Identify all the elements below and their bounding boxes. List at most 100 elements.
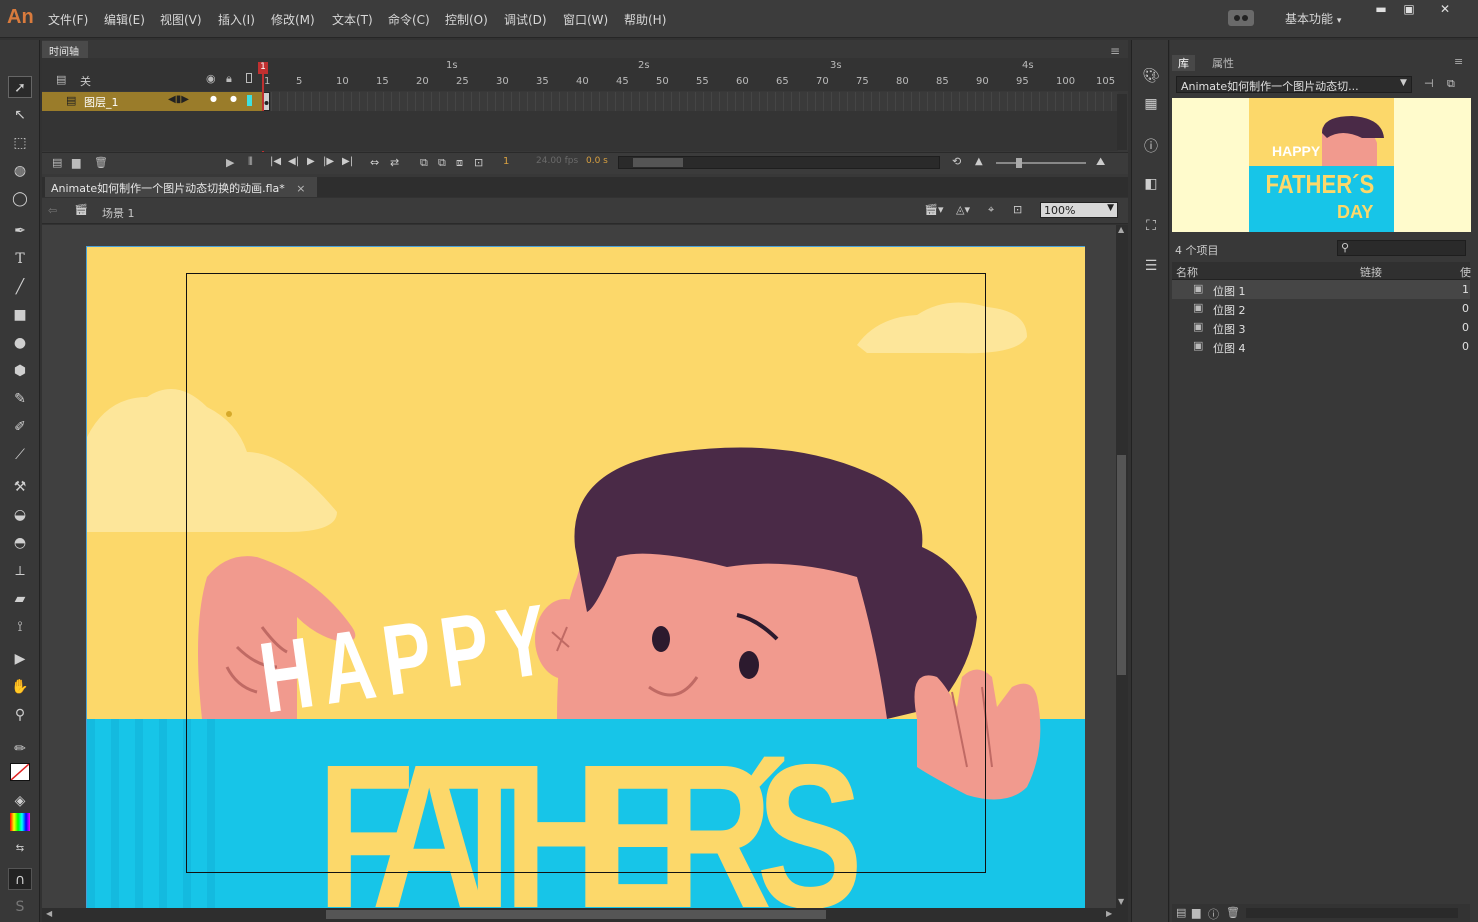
modify-markers-icon[interactable]: ⊡ (474, 156, 483, 169)
first-frame-icon[interactable]: |◀ (270, 156, 281, 167)
fps-readout[interactable]: 24.00 fps (536, 156, 578, 166)
swap-colors-icon[interactable]: ⇆ (8, 838, 32, 860)
paint-brush-tool-icon[interactable]: ✐ (8, 416, 32, 438)
new-library-panel-icon[interactable]: ⧉ (1447, 77, 1455, 91)
layer-folder-icon[interactable]: ▤ (56, 73, 66, 86)
col-linkage[interactable]: 链接 (1360, 264, 1382, 280)
subselection-tool-icon[interactable]: ↖ (8, 104, 32, 126)
library-item[interactable]: ▣ 位图 1 1 (1172, 280, 1470, 299)
zoom-tool-icon[interactable]: ⚲ (8, 704, 32, 726)
frames-grid[interactable] (263, 92, 1118, 111)
tab-timeline[interactable]: 时间轴 (42, 41, 88, 58)
bone-tool-icon[interactable]: ⚒ (8, 476, 32, 498)
fit-icon[interactable]: ⟲ (952, 155, 961, 168)
pin-icon[interactable]: ⊣ (1424, 77, 1434, 90)
menu-edit[interactable]: 编辑(E) (104, 11, 145, 28)
pencil-tool-icon[interactable]: ✎ (8, 388, 32, 410)
timeline-hscroll[interactable] (618, 156, 940, 169)
new-folder-icon[interactable]: ▆ (72, 156, 80, 169)
panel-menu-icon[interactable]: ≡ (1454, 55, 1463, 68)
library-hscroll[interactable] (1246, 908, 1458, 918)
menu-commands[interactable]: 命令(C) (388, 11, 430, 28)
layer-row[interactable]: ▤ 图层_1 ◀▮▶ ● ● (42, 92, 262, 111)
new-layer-icon[interactable]: ▤ (52, 156, 62, 169)
dot-icon[interactable]: ● (230, 94, 237, 103)
layer-depth-icon[interactable]: ⦀ (248, 155, 253, 169)
text-tool-icon[interactable]: T (8, 248, 32, 270)
camera-icon[interactable]: ▶ (226, 156, 234, 169)
center-frame-icon[interactable]: ⇄ (390, 156, 399, 169)
library-item[interactable]: ▣ 位图 2 0 (1172, 299, 1470, 318)
outline-icon[interactable] (246, 73, 252, 83)
next-frame-icon[interactable]: |▶ (323, 156, 334, 167)
zoom-out-icon[interactable]: ▲ (975, 156, 983, 167)
selection-tool-icon[interactable]: ➚ (8, 76, 32, 98)
delete-layer-icon[interactable]: 🗑︎ (94, 156, 108, 169)
onion-outline-icon[interactable]: ⧉ (438, 156, 446, 170)
smooth-icon[interactable]: S (8, 896, 32, 918)
menu-file[interactable]: 文件(F) (48, 11, 88, 28)
stage-hscroll[interactable]: ◀ ▶ (42, 908, 1128, 922)
rectangle-tool-icon[interactable]: ■ (8, 304, 32, 326)
tab-library[interactable]: 库 (1172, 55, 1195, 71)
line-tool-icon[interactable]: ╱ (8, 276, 32, 298)
stage-vscroll[interactable]: ▲ ▼ (1116, 225, 1128, 908)
restore-button[interactable]: ▣ (1396, 2, 1422, 18)
menu-insert[interactable]: 插入(I) (218, 11, 255, 28)
layer-color-swatch[interactable] (247, 95, 252, 106)
lock-icon[interactable]: 🔒︎ (226, 72, 232, 86)
camera-tool-icon[interactable]: ▶ (8, 648, 32, 670)
motion-presets-icon[interactable]: ◧ (1141, 176, 1161, 196)
lasso-tool-icon[interactable]: ◯ (8, 188, 32, 210)
ink-bottle-tool-icon[interactable]: ◓ (8, 532, 32, 554)
edit-symbols-icon[interactable]: ◬▾ (956, 203, 970, 216)
menu-debug[interactable]: 调试(D) (504, 11, 547, 28)
menu-modify[interactable]: 修改(M) (271, 11, 315, 28)
brush-tool-icon[interactable]: ⟋ (8, 444, 32, 466)
center-stage-icon[interactable]: ⌖ (988, 203, 994, 217)
library-search-input[interactable]: ⚲ (1337, 240, 1466, 256)
playhead-handle[interactable]: 1 (258, 62, 268, 74)
loop-icon[interactable]: ⇔ (370, 156, 379, 169)
zoom-select[interactable]: 100% ▼ (1040, 202, 1118, 218)
eraser-tool-icon[interactable]: ▰ (8, 588, 32, 610)
edit-scene-icon[interactable]: 🎬︎▾ (924, 203, 944, 216)
menu-text[interactable]: 文本(T) (332, 11, 373, 28)
delete-icon[interactable]: 🗑︎ (1226, 906, 1240, 919)
minimize-button[interactable]: ▬ (1368, 2, 1394, 18)
fill-swatch[interactable] (10, 813, 30, 831)
swatches-panel-icon[interactable]: ▦ (1141, 96, 1161, 116)
free-transform-tool-icon[interactable]: ⬚ (8, 132, 32, 154)
color-panel-icon[interactable]: 🎨︎ (1141, 68, 1161, 88)
stroke-swatch[interactable] (10, 763, 30, 781)
library-item[interactable]: ▣ 位图 3 0 (1172, 318, 1470, 337)
elapsed-readout[interactable]: 0.0 s (586, 156, 608, 166)
eyedropper-tool-icon[interactable]: ⟂ (8, 560, 32, 582)
onion-skin-icon[interactable]: ⧉ (420, 156, 428, 170)
eye-icon[interactable]: ◉ (206, 72, 216, 85)
edit-multiple-icon[interactable]: ⧈ (456, 156, 463, 170)
workspace-switcher[interactable]: 基本功能 ▾ (1285, 10, 1341, 27)
timeline-vscroll[interactable] (1117, 94, 1127, 150)
paint-bucket-tool-icon[interactable]: ◒ (8, 504, 32, 526)
new-folder-icon[interactable]: ▆ (1192, 906, 1200, 919)
stage-canvas[interactable]: HAPPY FATHER´S (86, 246, 1085, 908)
clip-stage-icon[interactable]: ⊡ (1013, 203, 1022, 216)
library-item[interactable]: ▣ 位图 4 0 (1172, 337, 1470, 356)
tab-properties[interactable]: 属性 (1206, 55, 1240, 71)
fill-color-icon[interactable]: ◈ (8, 790, 32, 812)
polystar-tool-icon[interactable]: ⬢ (8, 360, 32, 382)
play-icon[interactable]: ▶ (307, 156, 315, 167)
menu-help[interactable]: 帮助(H) (624, 11, 666, 28)
3d-rotation-tool-icon[interactable]: ◍ (8, 160, 32, 182)
close-icon[interactable]: × (296, 182, 305, 195)
document-tab[interactable]: Animate如何制作一个图片动态切换的动画.fla* × (45, 177, 317, 197)
scene-label[interactable]: 场景 1 (102, 205, 135, 221)
oval-tool-icon[interactable]: ● (8, 332, 32, 354)
width-tool-icon[interactable]: ⟟ (8, 616, 32, 638)
close-window-button[interactable]: ✕ (1432, 2, 1458, 18)
menu-view[interactable]: 视图(V) (160, 11, 202, 28)
workspace-settings-icon[interactable] (1228, 10, 1254, 26)
menu-window[interactable]: 窗口(W) (563, 11, 608, 28)
col-name[interactable]: 名称 (1176, 264, 1198, 280)
